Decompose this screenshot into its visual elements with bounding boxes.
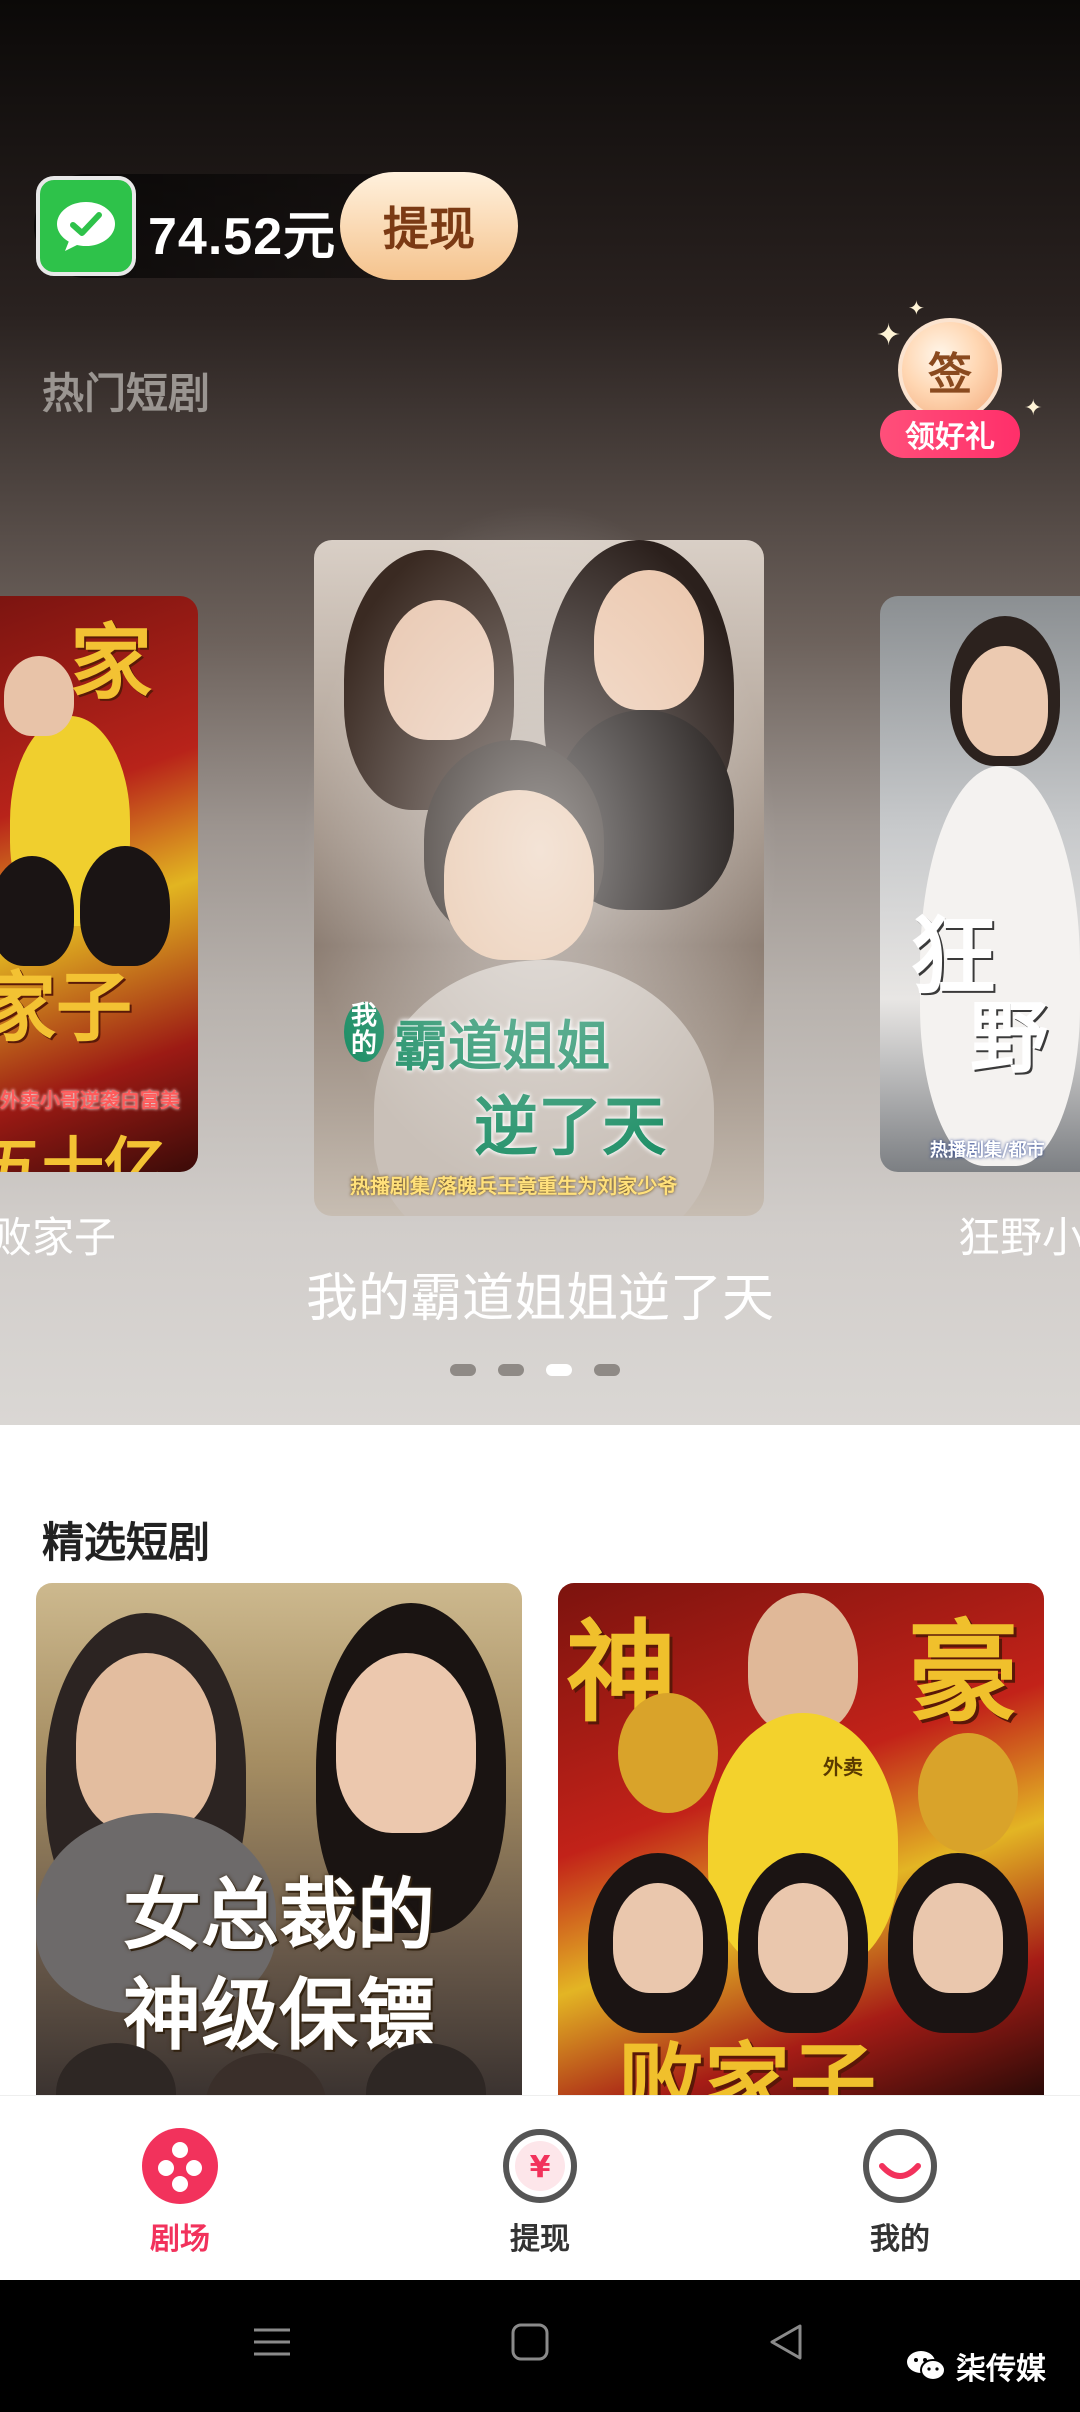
poster-figure (384, 600, 494, 740)
poster-figure (758, 1883, 848, 1993)
smile-icon (862, 2128, 938, 2204)
poster-text: 家 (70, 616, 153, 711)
card-caption-right: 狂野小 (958, 1213, 1080, 1262)
poster-figure (613, 1883, 703, 1993)
poster-figure (594, 570, 704, 710)
poster-title-line1: 女总裁的 (122, 1871, 435, 1961)
carousel-dot[interactable] (450, 1364, 476, 1376)
nav-label-mine: 我的 (870, 2222, 930, 2257)
carousel-dots (450, 1364, 630, 1378)
drama-tile[interactable]: 女总裁的 神级保镖 (36, 1583, 522, 2095)
yen-coin-icon: ¥ (502, 2128, 578, 2204)
watermark-text: 柒传媒 (956, 2352, 1046, 2387)
sparkle-icon: ✦ (908, 296, 925, 320)
poster-text: 野 (970, 994, 1049, 1084)
card-caption-center: 我的霸道姐姐逆了天 (305, 1269, 774, 1329)
wechat-icon (36, 176, 136, 276)
nav-label-withdraw: 提现 (510, 2222, 570, 2257)
film-reel-icon (142, 2128, 218, 2204)
sparkle-icon: ✦ (1024, 396, 1043, 421)
poster-text: 家子 (0, 963, 132, 1052)
poster-figure (336, 1653, 476, 1833)
poster-text: 败家子 (618, 2034, 876, 2095)
poster-figure (444, 790, 594, 960)
sparkle-icon: ✦ (876, 318, 902, 353)
drama-tile[interactable]: 神 豪 外卖 败家子 (558, 1583, 1044, 2095)
wechat-watermark-icon (907, 2351, 946, 2381)
poster-figure (962, 646, 1048, 756)
back-icon[interactable] (766, 2322, 806, 2366)
signin-glyph: 签 (898, 318, 1002, 422)
poster-figure (913, 1883, 1003, 1993)
selected-dramas-title: 精选短剧 (42, 1518, 211, 1567)
svg-text:¥: ¥ (530, 2150, 551, 2185)
poster-title-line1: 霸道姐姐 (394, 1015, 610, 1078)
nav-item-theater[interactable]: 剧场 (0, 2096, 360, 2281)
poster-tag: 外卖小哥逆袭白富美 (0, 1088, 180, 1112)
poster-prefix: 我的 (344, 1002, 384, 1062)
poster-figure (748, 1593, 858, 1733)
carousel-dot-active[interactable] (546, 1364, 572, 1376)
poster-figure (4, 656, 74, 736)
signin-label: 领好礼 (880, 410, 1020, 458)
poster-badge: 外卖 (823, 1755, 863, 1779)
nav-label-theater: 剧场 (150, 2222, 210, 2257)
hot-dramas-title: 热门短剧 (42, 369, 211, 418)
poster-figure (76, 1653, 216, 1833)
poster-tag: 热播剧集/都市 (930, 1140, 1045, 1161)
selected-section: 精选短剧 女总裁的 神级保镖 神 豪 外卖 败家子 (0, 1425, 1080, 2095)
home-icon[interactable] (510, 2322, 550, 2366)
carousel-card-center[interactable]: 我的 霸道姐姐 逆了天 热播剧集/落魄兵王竟重生为刘家少爷 (314, 540, 764, 1216)
poster-text: 豪 (908, 1609, 1018, 1737)
menu-icon[interactable] (252, 2322, 292, 2366)
poster-tag: 热播剧集/落魄兵王竟重生为刘家少爷 (350, 1174, 678, 1198)
carousel-dot[interactable] (594, 1364, 620, 1376)
balance-amount: 74.52元 (148, 208, 337, 266)
poster-title-line2: 逆了天 (474, 1091, 666, 1165)
bottom-nav: 剧场 ¥ 提现 我的 (0, 2095, 1080, 2280)
withdraw-button[interactable]: 提现 (340, 172, 518, 280)
watermark: 柒传媒 (906, 2344, 1046, 2388)
poster-figure (618, 1693, 718, 1813)
poster-figure (918, 1733, 1018, 1853)
carousel-card-right[interactable]: 狂 野 热播剧集/都市 (880, 596, 1080, 1172)
carousel-card-left[interactable]: 家 家子 外卖小哥逆袭白富美 五十亿 (0, 596, 198, 1172)
nav-item-withdraw[interactable]: ¥ 提现 (360, 2096, 720, 2281)
hero-section: 74.52元 提现 热门短剧 签 领好礼 ✦ ✦ ✦ 家 家子 外卖小哥逆袭白富… (0, 0, 1080, 1425)
nav-item-mine[interactable]: 我的 (720, 2096, 1080, 2281)
poster-text: 五十亿 (0, 1130, 167, 1172)
carousel-dot[interactable] (498, 1364, 524, 1376)
